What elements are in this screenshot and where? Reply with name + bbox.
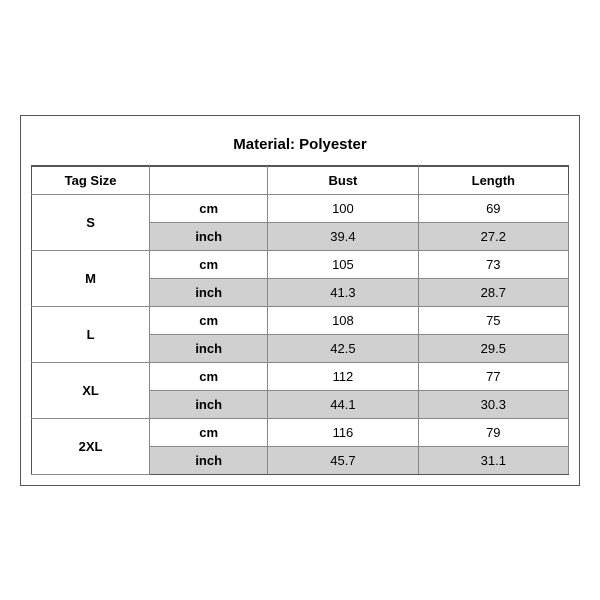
tag-size-cell: M [32, 250, 150, 306]
length-value: 73 [418, 250, 568, 278]
bust-value: 41.3 [268, 278, 418, 306]
length-value: 77 [418, 362, 568, 390]
unit-cell: cm [150, 250, 268, 278]
bust-value: 39.4 [268, 222, 418, 250]
unit-cell: inch [150, 446, 268, 474]
unit-cell: cm [150, 418, 268, 446]
size-table: Tag Size Bust Length Scm10069inch39.427.… [31, 166, 569, 475]
table-row: XLcm11277 [32, 362, 569, 390]
length-value: 27.2 [418, 222, 568, 250]
tag-size-cell: S [32, 194, 150, 250]
table-header-row: Tag Size Bust Length [32, 166, 569, 194]
size-chart-container: Material: Polyester Tag Size Bust Length… [20, 115, 580, 486]
unit-cell: cm [150, 362, 268, 390]
length-header: Length [418, 166, 568, 194]
bust-value: 105 [268, 250, 418, 278]
tag-size-header: Tag Size [32, 166, 150, 194]
unit-cell: cm [150, 306, 268, 334]
table-row: Scm10069 [32, 194, 569, 222]
length-value: 30.3 [418, 390, 568, 418]
bust-value: 108 [268, 306, 418, 334]
tag-size-cell: 2XL [32, 418, 150, 474]
unit-cell: inch [150, 278, 268, 306]
length-value: 31.1 [418, 446, 568, 474]
bust-value: 100 [268, 194, 418, 222]
table-row: 2XLcm11679 [32, 418, 569, 446]
unit-header [150, 166, 268, 194]
length-value: 69 [418, 194, 568, 222]
bust-header: Bust [268, 166, 418, 194]
bust-value: 116 [268, 418, 418, 446]
chart-title: Material: Polyester [31, 126, 569, 166]
bust-value: 44.1 [268, 390, 418, 418]
unit-cell: inch [150, 222, 268, 250]
tag-size-cell: XL [32, 362, 150, 418]
table-row: Mcm10573 [32, 250, 569, 278]
length-value: 75 [418, 306, 568, 334]
length-value: 28.7 [418, 278, 568, 306]
table-row: Lcm10875 [32, 306, 569, 334]
bust-value: 112 [268, 362, 418, 390]
unit-cell: cm [150, 194, 268, 222]
length-value: 79 [418, 418, 568, 446]
unit-cell: inch [150, 390, 268, 418]
unit-cell: inch [150, 334, 268, 362]
bust-value: 42.5 [268, 334, 418, 362]
tag-size-cell: L [32, 306, 150, 362]
length-value: 29.5 [418, 334, 568, 362]
bust-value: 45.7 [268, 446, 418, 474]
